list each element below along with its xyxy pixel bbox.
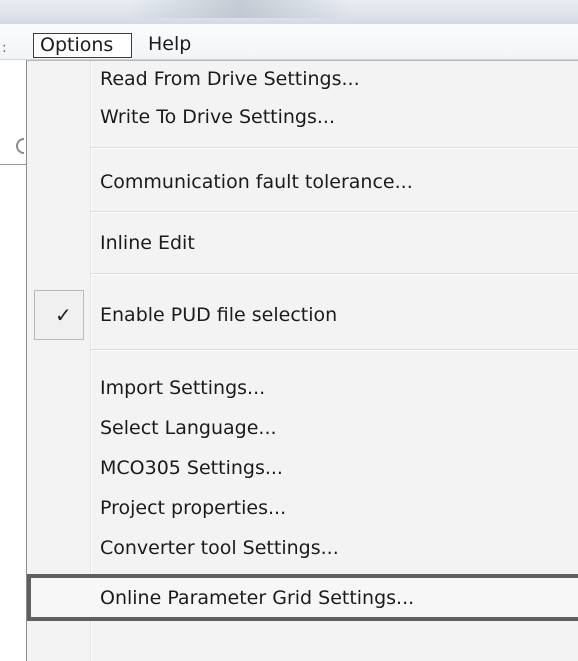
menu-options[interactable]: Options xyxy=(33,33,132,58)
menu-item-read-from-drive[interactable]: Read From Drive Settings... xyxy=(27,61,578,99)
options-dropdown-menu: Read From Drive Settings... Write To Dri… xyxy=(26,60,578,661)
menu-item-communication-fault-tolerance[interactable]: Communication fault tolerance... xyxy=(27,164,578,202)
menu-item-enable-pud-file-selection[interactable]: ✓ Enable PUD file selection xyxy=(27,287,578,343)
menu-item-write-to-drive[interactable]: Write To Drive Settings... xyxy=(27,99,578,137)
menu-icon-column xyxy=(27,61,92,661)
menu-item-label: Project properties... xyxy=(100,497,287,519)
menu-help[interactable]: Help xyxy=(142,33,197,58)
menu-separator xyxy=(91,273,578,275)
menu-item-project-properties[interactable]: Project properties... xyxy=(27,490,578,528)
application-window: : Options Help Read From Drive Settings.… xyxy=(0,0,578,661)
menu-item-label: Inline Edit xyxy=(100,232,195,254)
toolbar-divider xyxy=(0,164,26,165)
menu-item-label: Converter tool Settings... xyxy=(100,537,339,559)
menu-item-label: Communication fault tolerance... xyxy=(100,171,413,193)
menu-item-label: Read From Drive Settings... xyxy=(100,68,360,90)
menu-separator xyxy=(91,211,578,213)
menu-separator xyxy=(91,147,578,149)
check-mark-icon: ✓ xyxy=(55,303,72,327)
menu-item-label: Write To Drive Settings... xyxy=(100,106,335,128)
menu-item-select-language[interactable]: Select Language... xyxy=(27,410,578,448)
menu-item-label: Online Parameter Grid Settings... xyxy=(100,587,415,609)
menu-bar: : Options Help xyxy=(0,24,578,60)
title-bar xyxy=(0,0,578,24)
toolbar-fragment xyxy=(0,60,26,661)
menu-item-label: Enable PUD file selection xyxy=(100,304,338,326)
menu-item-label: MCO305 Settings... xyxy=(100,457,283,479)
title-bar-shade xyxy=(130,0,350,18)
menu-item-inline-edit[interactable]: Inline Edit xyxy=(27,225,578,263)
menu-item-label: Select Language... xyxy=(100,417,277,439)
menu-item-label: Import Settings... xyxy=(100,377,266,399)
menu-item-import-settings[interactable]: Import Settings... xyxy=(27,370,578,408)
menu-item-mco305-settings[interactable]: MCO305 Settings... xyxy=(27,450,578,488)
check-mark-frame: ✓ xyxy=(34,290,84,340)
menu-separator xyxy=(91,349,578,351)
menu-item-converter-tool-settings[interactable]: Converter tool Settings... xyxy=(27,530,578,568)
menu-item-online-parameter-grid-settings[interactable]: Online Parameter Grid Settings... xyxy=(27,574,578,621)
menu-bar-previous-item-fragment: : xyxy=(2,40,7,56)
